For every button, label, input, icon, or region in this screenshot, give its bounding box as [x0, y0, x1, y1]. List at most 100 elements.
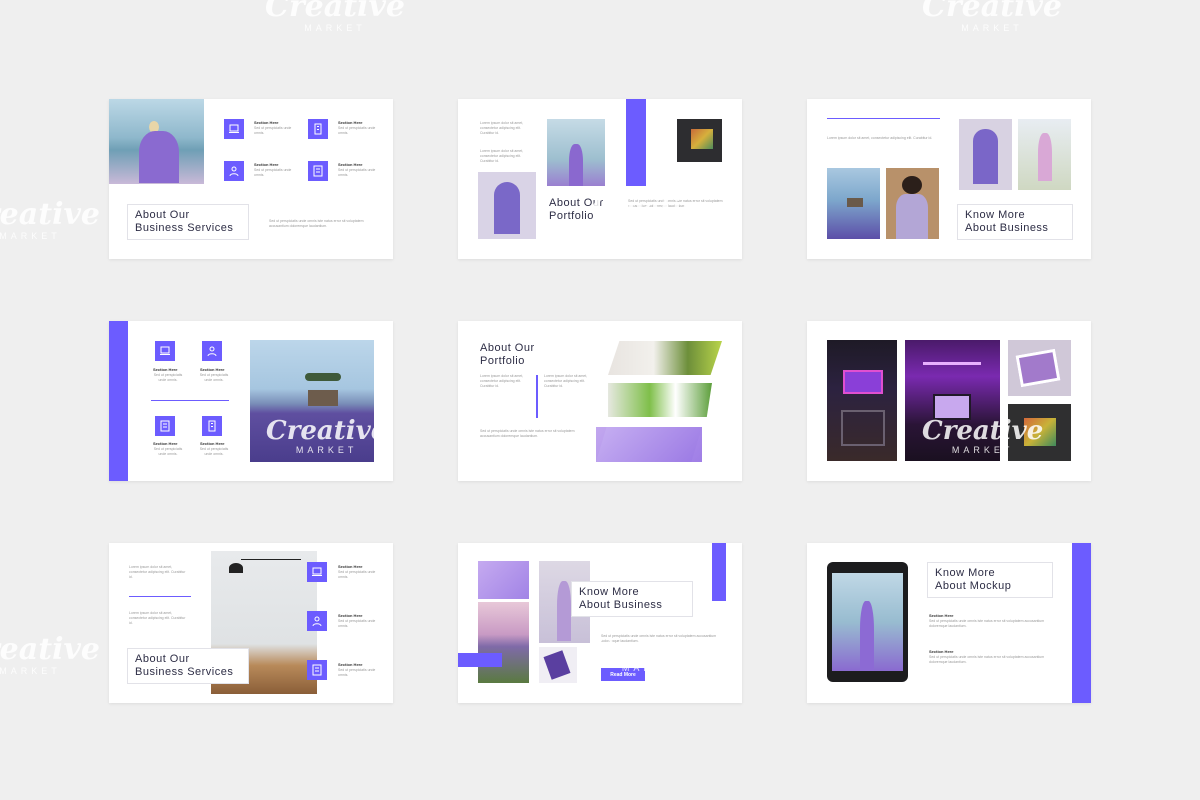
section-heading: Section Here — [929, 649, 954, 654]
slide-title-line: Portfolio — [480, 355, 525, 367]
section-heading: Section Here — [200, 367, 225, 372]
document-icon — [308, 161, 328, 181]
document-icon — [307, 660, 327, 680]
slide-title-line: About Business — [965, 222, 1049, 234]
section-text: Sed ut perspiciatis unde omnis iste natu… — [929, 619, 1045, 628]
section-heading: Section Here — [338, 564, 363, 569]
slide-4[interactable]: Section Here Sed ut perspiciatis unde om… — [109, 321, 393, 481]
body-text: Lorem ipsum dolor sit amet, consectetur … — [129, 565, 186, 579]
slide-title-line: Business Services — [135, 222, 234, 234]
slide-6[interactable] — [807, 321, 1091, 481]
section-heading: Section Here — [338, 662, 363, 667]
woman-pink-dress-photo — [1018, 119, 1071, 190]
laptop-icon — [155, 341, 175, 361]
purple-flatlay-photo — [596, 427, 702, 462]
section-text: Sed ut perspiciatis unde omnis. — [254, 168, 292, 177]
section-text: Sed ut perspiciatis unde omnis. — [153, 447, 183, 456]
accent-bar — [626, 99, 646, 186]
slide-7[interactable]: Lorem ipsum dolor sit amet, consectetur … — [109, 543, 393, 703]
building-icon — [202, 416, 222, 436]
slide-title-line: About Our — [480, 342, 535, 354]
accent-block — [458, 653, 502, 667]
section-text: Sed ut perspiciatis unde omnis. — [338, 168, 376, 177]
laptop-icon — [307, 562, 327, 582]
body-text: Lorem ipsum dolor sit amet, consectetur … — [827, 136, 933, 140]
slide-title-box: Know More About Mockup — [927, 562, 1053, 598]
watermark: CreativeMARKET — [0, 197, 100, 241]
watermark: CreativeMARKET — [265, 0, 405, 33]
pencils-photo — [677, 119, 722, 162]
building-icon — [308, 119, 328, 139]
laptop-icon — [224, 119, 244, 139]
body-text: Sed ut perspiciatis unde omnis iste natu… — [269, 219, 364, 228]
interior-photo — [608, 341, 722, 375]
slide-1[interactable]: Section Here Sed ut perspiciatis unde om… — [109, 99, 393, 259]
body-text: Sed ut perspiciatis unde omnis iste natu… — [480, 429, 575, 438]
slide-title: About Our Portfolio — [480, 342, 535, 368]
document-icon — [155, 416, 175, 436]
accent-bar — [712, 543, 726, 601]
watermark: CreativeMARKET — [922, 416, 1044, 455]
body-text: Lorem ipsum dolor sit amet, consectetur … — [480, 374, 524, 388]
purple-bottles-photo — [478, 561, 529, 599]
slide-2[interactable]: Lorem ipsum dolor sit amet, consectetur … — [458, 99, 742, 259]
watermark: CreativeMARKET — [592, 193, 714, 232]
tablet-mockup — [827, 562, 908, 682]
tablet-screen — [832, 573, 903, 671]
user-icon — [307, 611, 327, 631]
section-text: Sed ut perspiciatis unde omnis. — [254, 126, 292, 135]
section-text: Sed ut perspiciatis unde omnis. — [338, 619, 376, 628]
notebook-pen-photo — [539, 647, 577, 683]
slide-3[interactable]: Lorem ipsum dolor sit amet, consectetur … — [807, 99, 1091, 259]
slide-title-box: About Our Business Services — [127, 648, 249, 684]
woman-hoodie-photo — [886, 168, 939, 239]
divider-line — [827, 118, 940, 119]
slide-8[interactable]: Know More About Business Sed ut perspici… — [458, 543, 742, 703]
section-heading: Section Here — [929, 613, 954, 618]
section-heading: Section Here — [153, 441, 178, 446]
section-text: Sed ut perspiciatis unde omnis. — [199, 447, 229, 456]
slide-title-line: About Our — [135, 209, 190, 221]
watermark: CreativeMARKET — [266, 416, 388, 455]
accent-bar — [1072, 543, 1091, 703]
watermark: CreativeMARKET — [922, 0, 1062, 33]
section-text: Sed ut perspiciatis unde omnis iste natu… — [929, 655, 1045, 664]
slide-title-line: Know More — [935, 567, 996, 579]
tablet-photo — [1008, 340, 1071, 396]
section-heading: Section Here — [338, 613, 363, 618]
slide-title-box: Know More About Business — [571, 581, 693, 617]
divider-line — [151, 400, 229, 401]
slide-title-line: About Our — [135, 653, 190, 665]
section-heading: Section Here — [254, 120, 279, 125]
user-icon — [202, 341, 222, 361]
section-text: Sed ut perspiciatis unde omnis. — [338, 668, 376, 677]
slide-title-line: Know More — [965, 209, 1026, 221]
slide-title-line: About Mockup — [935, 580, 1012, 592]
slide-title-box: Know More About Business — [957, 204, 1073, 240]
woman-purple-dress-photo — [109, 99, 204, 184]
slide-title-box: About Our Business Services — [127, 204, 249, 240]
section-text: Sed ut perspiciatis unde omnis. — [199, 373, 229, 382]
section-text: Sed ut perspiciatis unde omnis. — [338, 570, 376, 579]
user-icon — [224, 161, 244, 181]
body-text: Lorem ipsum dolor sit amet, consectetur … — [544, 374, 588, 388]
section-heading: Section Here — [254, 162, 279, 167]
section-heading: Section Here — [153, 367, 178, 372]
section-heading: Section Here — [338, 120, 363, 125]
divider-line — [129, 596, 191, 597]
accent-line — [536, 375, 538, 418]
body-text: Lorem ipsum dolor sit amet, consectetur … — [480, 121, 524, 135]
template-preview-canvas: CreativeMARKET CreativeMARKET CreativeMA… — [0, 0, 1200, 800]
section-heading: Section Here — [200, 441, 225, 446]
slide-9[interactable]: Know More About Mockup Section Here Sed … — [807, 543, 1091, 703]
body-text: Lorem ipsum dolor sit amet, consectetur … — [480, 149, 524, 163]
slide-5[interactable]: About Our Portfolio Lorem ipsum dolor si… — [458, 321, 742, 481]
body-text: Lorem ipsum dolor sit amet, consectetur … — [129, 611, 186, 625]
slide-title-line: Know More — [579, 586, 640, 598]
watermark: CreativeMARKET — [592, 634, 714, 673]
purple-door-photo — [478, 172, 536, 239]
green-interior-photo — [608, 383, 712, 417]
landscape-photo — [478, 602, 529, 683]
accent-bar — [109, 321, 128, 481]
slide-title-line: About Business — [579, 599, 663, 611]
